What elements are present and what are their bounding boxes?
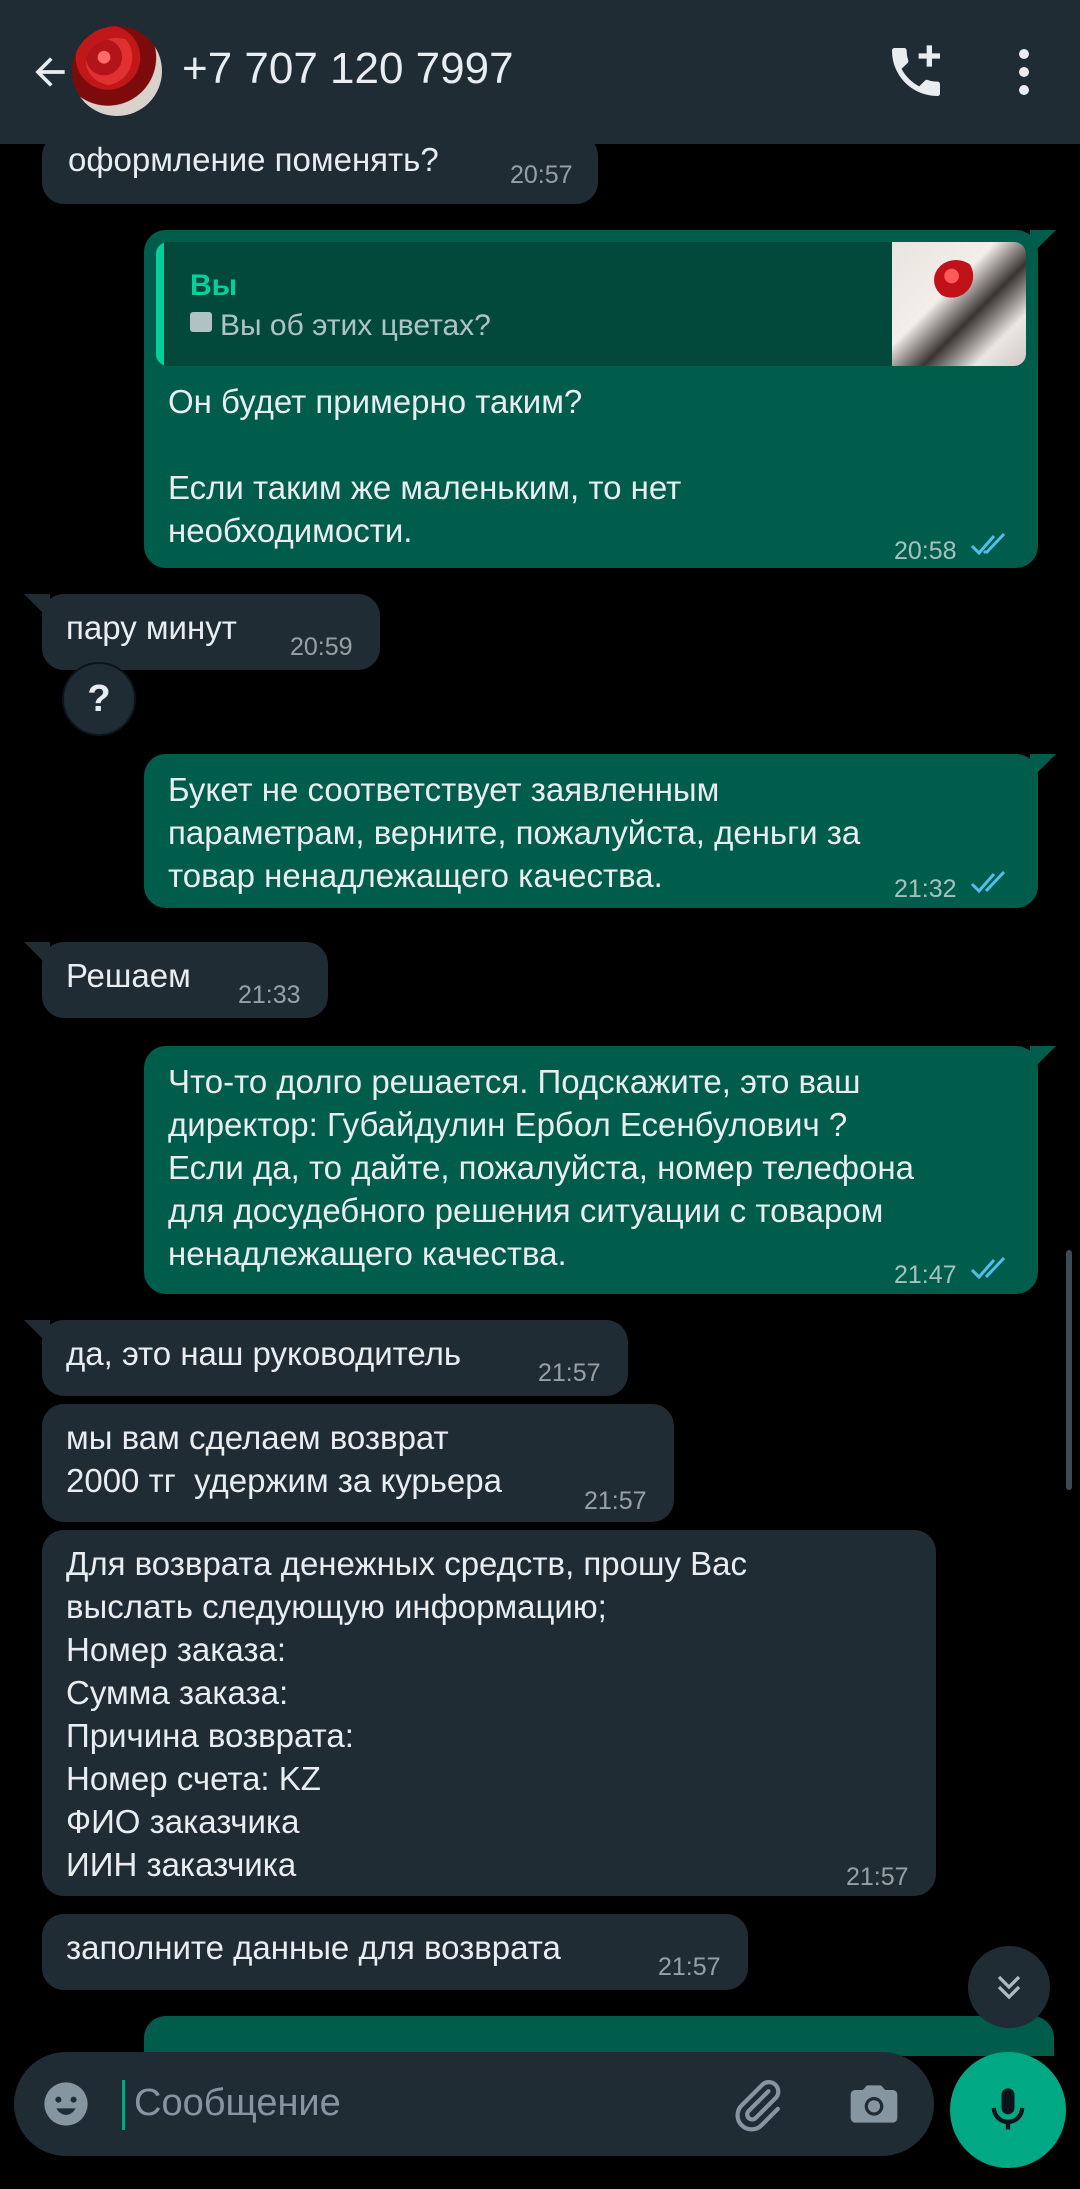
quote-thumbnail xyxy=(892,242,1026,366)
photo-icon xyxy=(190,312,212,332)
incoming-message[interactable]: оформление поменять? 20:57 xyxy=(42,134,598,204)
add-call-icon xyxy=(892,45,940,96)
message-time: 20:59 xyxy=(290,633,353,661)
read-ticks-icon xyxy=(970,532,1006,556)
message-text: оформление поменять? xyxy=(68,141,439,178)
message-time: 20:58 xyxy=(894,537,957,565)
quote-text: Вы об этих цветах? xyxy=(220,309,491,342)
incoming-message[interactable]: да, это наш руководитель 21:57 xyxy=(24,1320,628,1396)
outgoing-message xyxy=(144,2016,1054,2056)
message-composer: Сообщение xyxy=(14,2052,934,2156)
contact-title[interactable]: +7 707 120 7997 xyxy=(182,44,514,94)
message-time: 21:32 xyxy=(894,875,957,903)
paperclip-icon[interactable] xyxy=(730,2076,786,2132)
message-time: 21:47 xyxy=(894,1261,957,1289)
message-text: заполните данные для возврата xyxy=(66,1929,561,1966)
message-time: 20:57 xyxy=(510,161,573,189)
microphone-icon xyxy=(991,2088,1025,2130)
contact-avatar[interactable] xyxy=(72,26,162,116)
message-time: 21:57 xyxy=(846,1863,909,1891)
chat-header: +7 707 120 7997 xyxy=(0,0,1080,144)
double-chevron-down-icon xyxy=(997,1975,1021,2000)
message-text: да, это наш руководитель xyxy=(66,1335,462,1372)
message-text: Он будет примерно таким? Если таким же м… xyxy=(168,383,682,549)
add-call-button[interactable] xyxy=(884,40,948,104)
emoji-icon[interactable] xyxy=(40,2078,92,2130)
incoming-message[interactable]: пару минут 20:59 xyxy=(24,594,380,670)
more-vertical-icon xyxy=(1019,49,1029,59)
incoming-message[interactable]: мы вам сделаем возврат 2000 тг удержим з… xyxy=(42,1404,674,1522)
message-text: Букет не соответствует заявленным параме… xyxy=(168,771,861,894)
quote-author: Вы xyxy=(190,269,238,302)
read-ticks-icon xyxy=(970,1256,1006,1280)
message-text: Что-то долго решается. Подскажите, это в… xyxy=(168,1063,914,1272)
message-text: Решаем xyxy=(66,957,191,994)
message-text: мы вам сделаем возврат 2000 тг удержим з… xyxy=(66,1419,502,1499)
scroll-to-bottom-button[interactable] xyxy=(968,1946,1050,2028)
voice-message-button[interactable] xyxy=(950,2052,1066,2168)
camera-icon[interactable] xyxy=(846,2076,902,2132)
message-text: Для возврата денежных средств, прошу Вас… xyxy=(66,1545,747,1883)
message-list[interactable]: оформление поменять? 20:57 Вы Вы об этих… xyxy=(0,134,1080,2044)
quoted-message[interactable]: Вы Вы об этих цветах? xyxy=(156,242,1026,366)
reaction-badge[interactable]: ? xyxy=(62,662,136,736)
more-options-button[interactable] xyxy=(992,40,1056,104)
read-ticks-icon xyxy=(970,870,1006,894)
message-time: 21:57 xyxy=(584,1487,647,1515)
message-time: 21:57 xyxy=(658,1953,721,1981)
arrow-left-icon xyxy=(35,57,65,87)
outgoing-message[interactable]: Что-то долго решается. Подскажите, это в… xyxy=(144,1046,1056,1294)
scrollbar[interactable] xyxy=(1066,1250,1072,1490)
text-cursor xyxy=(122,2080,125,2130)
outgoing-message[interactable]: Вы Вы об этих цветах? Он будет примерно … xyxy=(144,230,1056,568)
message-text: пару минут xyxy=(66,609,237,646)
message-input[interactable]: Сообщение xyxy=(134,2082,341,2125)
incoming-message[interactable]: заполните данные для возврата 21:57 xyxy=(42,1914,748,1990)
message-time: 21:57 xyxy=(538,1359,601,1387)
incoming-message[interactable]: Для возврата денежных средств, прошу Вас… xyxy=(42,1530,936,1896)
incoming-message[interactable]: Решаем 21:33 xyxy=(24,942,328,1018)
outgoing-message[interactable]: Букет не соответствует заявленным параме… xyxy=(144,754,1056,908)
message-time: 21:33 xyxy=(238,981,301,1009)
